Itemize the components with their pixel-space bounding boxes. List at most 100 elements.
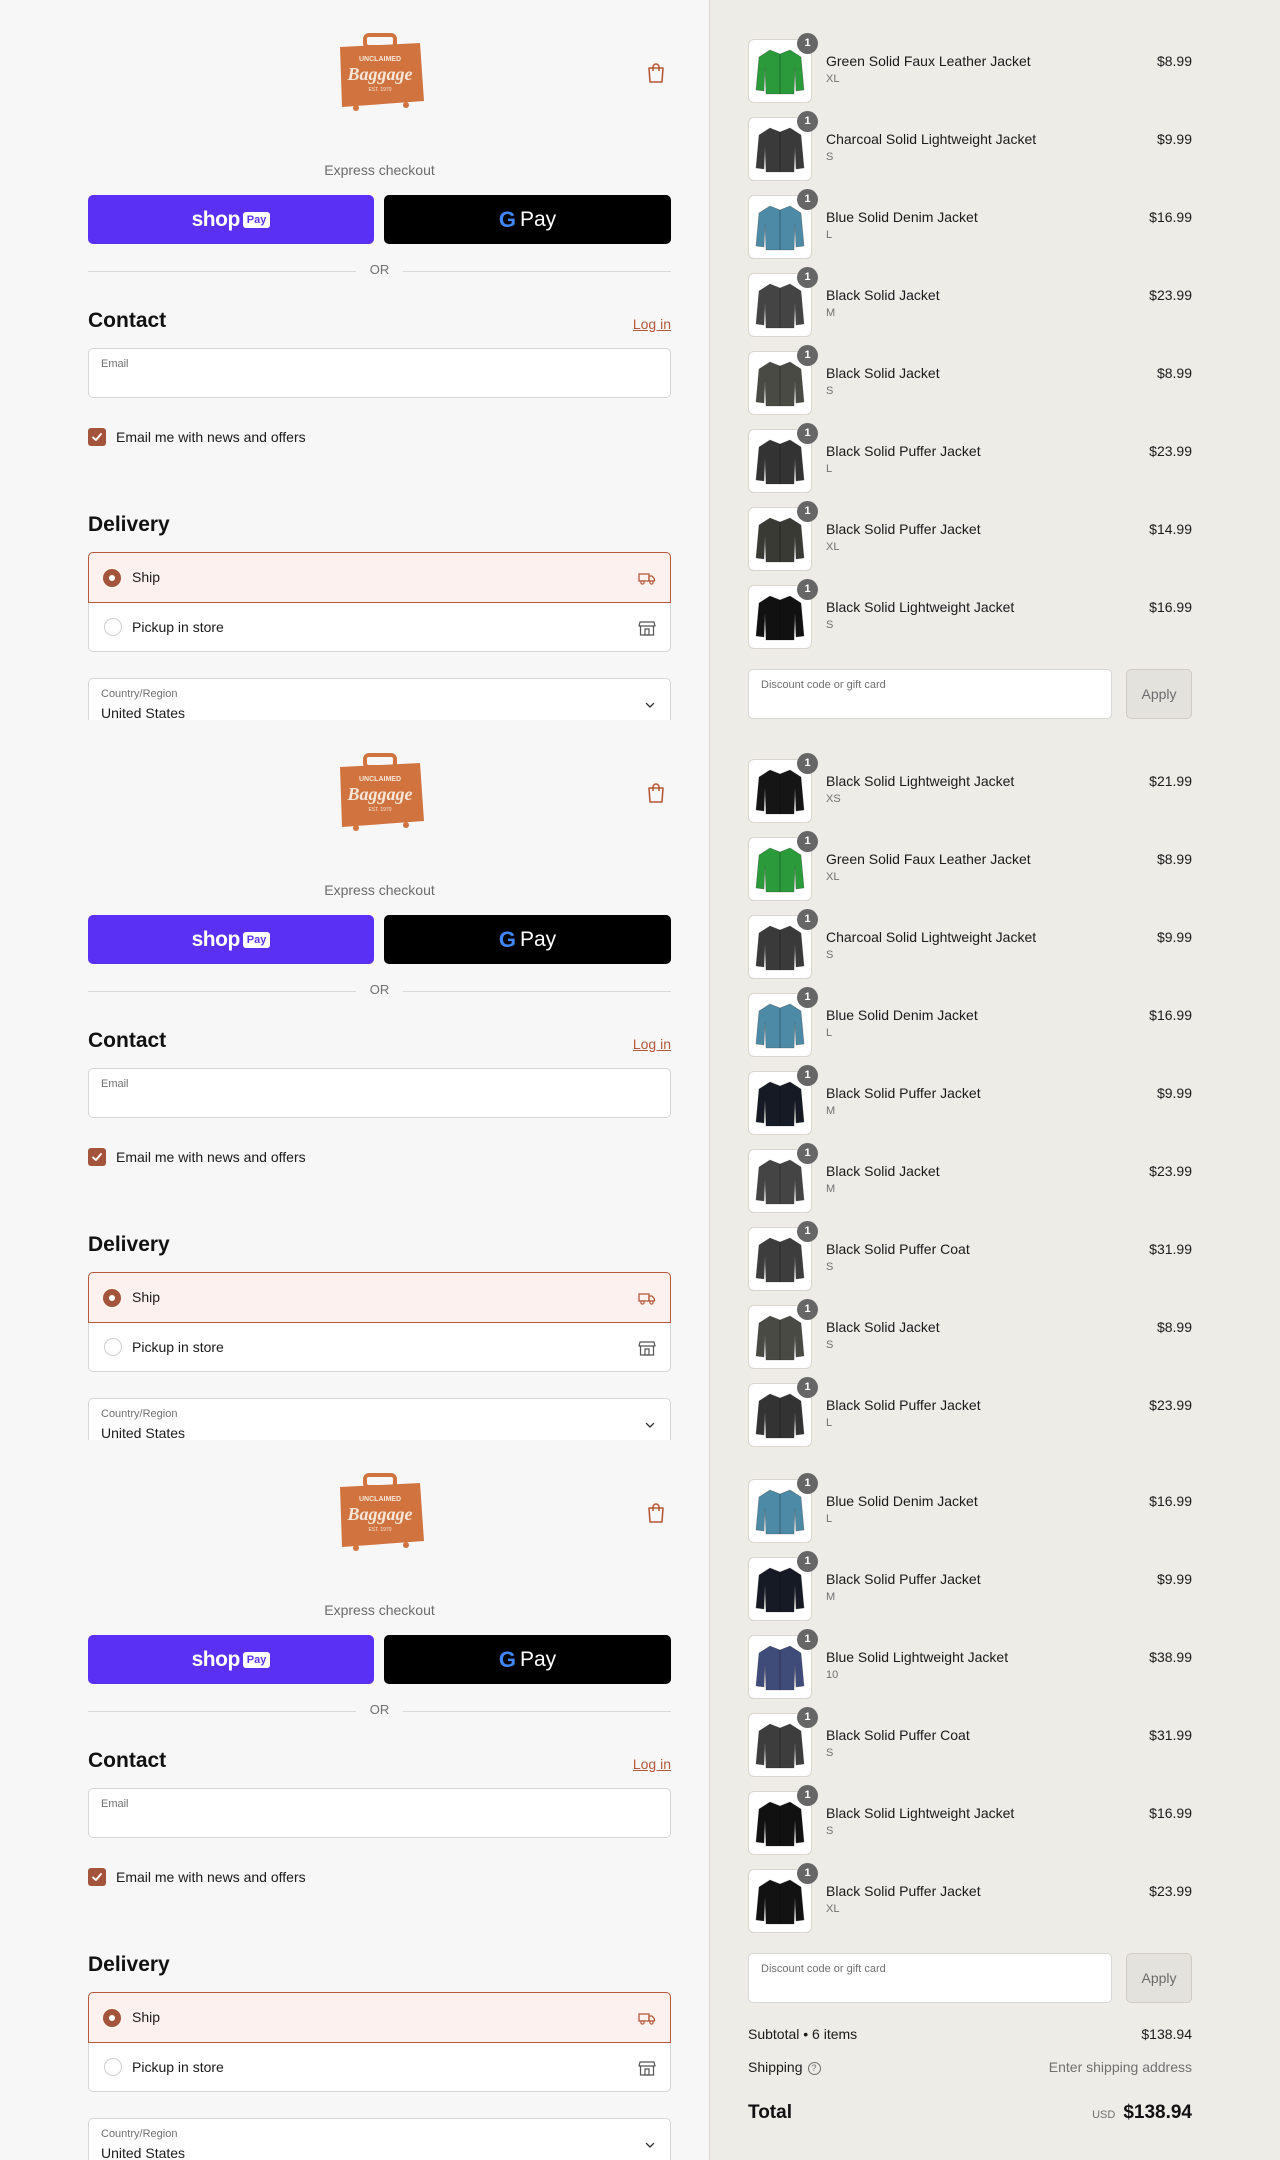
discount-code-field[interactable]: Discount code or gift card [748, 669, 1112, 719]
shop-pay-word: shop [191, 927, 241, 951]
product-name: Green Solid Faux Leather Jacket [826, 851, 1031, 867]
pickup-radio[interactable] [104, 1338, 122, 1356]
product-price: $31.99 [1149, 1241, 1192, 1257]
ship-radio[interactable] [103, 569, 121, 587]
product-row: 1 Black Solid Jacket S $8.99 [748, 345, 1192, 415]
product-name: Blue Solid Denim Jacket [826, 1007, 978, 1023]
total-currency: USD [1092, 2109, 1116, 2121]
product-row: 1 Black Solid Jacket M $23.99 [748, 1143, 1192, 1213]
product-name: Black Solid Jacket [826, 1163, 940, 1179]
product-size: M [826, 307, 836, 319]
shopping-bag-icon[interactable] [646, 782, 666, 804]
quantity-badge: 1 [797, 1299, 818, 1320]
newsletter-checkbox[interactable] [88, 1148, 106, 1166]
suitcase-logo-icon: UNCLAIMED Baggage EST. 1970 [340, 1473, 424, 1551]
quantity-badge: 1 [797, 1221, 818, 1242]
pickup-label: Pickup in store [132, 2059, 224, 2075]
product-size: S [826, 1825, 834, 1837]
shop-pay-button[interactable]: shop Pay [88, 195, 374, 244]
country-value: United States [101, 705, 186, 720]
product-price: $21.99 [1149, 773, 1192, 789]
checkout-form-section: UNCLAIMED Baggage EST. 1970 Express chec… [88, 720, 671, 1440]
delivery-truck-icon [638, 1289, 656, 1307]
subtotal-row: Subtotal • 6 items $138.94 [748, 2026, 1192, 2046]
product-name: Charcoal Solid Lightweight Jacket [826, 131, 1037, 147]
ship-radio[interactable] [103, 1289, 121, 1307]
email-field[interactable]: Email [88, 1788, 671, 1838]
quantity-badge: 1 [797, 345, 818, 366]
newsletter-checkbox[interactable] [88, 428, 106, 446]
delivery-option-pickup[interactable]: Pickup in store [89, 2043, 670, 2092]
country-region-select[interactable]: Country/Region United States [88, 1398, 671, 1440]
product-row: 1 Blue Solid Denim Jacket L $16.99 [748, 189, 1192, 259]
product-size: M [826, 1105, 836, 1117]
quantity-badge: 1 [797, 189, 818, 210]
product-name: Black Solid Puffer Coat [826, 1727, 970, 1743]
unclaimed-baggage-logo[interactable]: UNCLAIMED Baggage EST. 1970 [334, 1473, 426, 1551]
chevron-down-icon [644, 2139, 656, 2151]
shopping-bag-icon[interactable] [646, 1502, 666, 1524]
country-region-select[interactable]: Country/Region United States [88, 2118, 671, 2160]
product-name: Black Solid Lightweight Jacket [826, 1805, 1015, 1821]
newsletter-row: Email me with news and offers [88, 1147, 306, 1167]
newsletter-checkbox[interactable] [88, 1868, 106, 1886]
shop-pay-button[interactable]: shop Pay [88, 1635, 374, 1684]
delivery-option-ship[interactable]: Ship [88, 552, 671, 603]
product-price: $16.99 [1149, 1007, 1192, 1023]
pickup-label: Pickup in store [132, 619, 224, 635]
product-price: $38.99 [1149, 1649, 1192, 1665]
pickup-label: Pickup in store [132, 1339, 224, 1355]
unclaimed-baggage-logo[interactable]: UNCLAIMED Baggage EST. 1970 [334, 33, 426, 111]
discount-label: Discount code or gift card [761, 1963, 886, 1975]
email-field[interactable]: Email [88, 1068, 671, 1118]
product-price: $23.99 [1149, 1397, 1192, 1413]
apply-discount-button[interactable]: Apply [1126, 669, 1192, 719]
apply-discount-button[interactable]: Apply [1126, 1953, 1192, 2003]
delivery-option-pickup[interactable]: Pickup in store [89, 1323, 670, 1372]
product-price: $8.99 [1156, 851, 1192, 867]
unclaimed-baggage-logo[interactable]: UNCLAIMED Baggage EST. 1970 [334, 753, 426, 831]
email-label: Email [101, 1078, 129, 1090]
google-pay-word: Pay [519, 927, 557, 951]
quantity-badge: 1 [797, 33, 818, 54]
product-size: S [826, 949, 834, 961]
product-row: 1 Blue Solid Denim Jacket L $16.99 [748, 1473, 1192, 1543]
svg-text:Baggage: Baggage [347, 784, 413, 804]
login-link[interactable]: Log in [633, 1036, 671, 1052]
delivery-option-pickup[interactable]: Pickup in store [89, 603, 670, 652]
shipping-label-wrap: Shipping? [748, 2059, 821, 2075]
ship-radio[interactable] [103, 2009, 121, 2027]
google-pay-button[interactable]: G Pay [384, 915, 671, 964]
discount-code-field[interactable]: Discount code or gift card [748, 1953, 1112, 2003]
delivery-option-ship[interactable]: Ship [88, 1992, 671, 2043]
contact-heading: Contact [88, 309, 167, 332]
login-link[interactable]: Log in [633, 316, 671, 332]
product-name: Black Solid Puffer Jacket [826, 1571, 981, 1587]
product-row: 1 Black Solid Lightweight Jacket S $16.99 [748, 579, 1192, 649]
product-price: $9.99 [1156, 929, 1192, 945]
product-price: $16.99 [1149, 1805, 1192, 1821]
delivery-method-group: Ship Pickup in store [88, 552, 671, 652]
product-row: 1 Blue Solid Denim Jacket L $16.99 [748, 987, 1192, 1057]
delivery-option-ship[interactable]: Ship [88, 1272, 671, 1323]
help-circle-icon[interactable]: ? [807, 2062, 821, 2075]
discount-label: Discount code or gift card [761, 679, 886, 691]
google-pay-button[interactable]: G Pay [384, 195, 671, 244]
google-pay-word: Pay [519, 1647, 557, 1671]
country-value: United States [101, 2145, 186, 2160]
shop-pay-button[interactable]: shop Pay [88, 915, 374, 964]
pickup-radio[interactable] [104, 618, 122, 636]
country-region-select[interactable]: Country/Region United States [88, 678, 671, 720]
google-pay-button[interactable]: G Pay [384, 1635, 671, 1684]
product-name: Black Solid Jacket [826, 1319, 940, 1335]
shopping-bag-icon[interactable] [646, 62, 666, 84]
login-link[interactable]: Log in [633, 1756, 671, 1772]
delivery-heading: Delivery [88, 1953, 170, 1976]
quantity-badge: 1 [797, 1551, 818, 1572]
email-field[interactable]: Email [88, 348, 671, 398]
pickup-radio[interactable] [104, 2058, 122, 2076]
product-name: Charcoal Solid Lightweight Jacket [826, 929, 1037, 945]
checkmark-icon [92, 433, 102, 441]
product-price: $9.99 [1156, 131, 1192, 147]
checkout-form-section: UNCLAIMED Baggage EST. 1970 Express chec… [88, 0, 671, 720]
